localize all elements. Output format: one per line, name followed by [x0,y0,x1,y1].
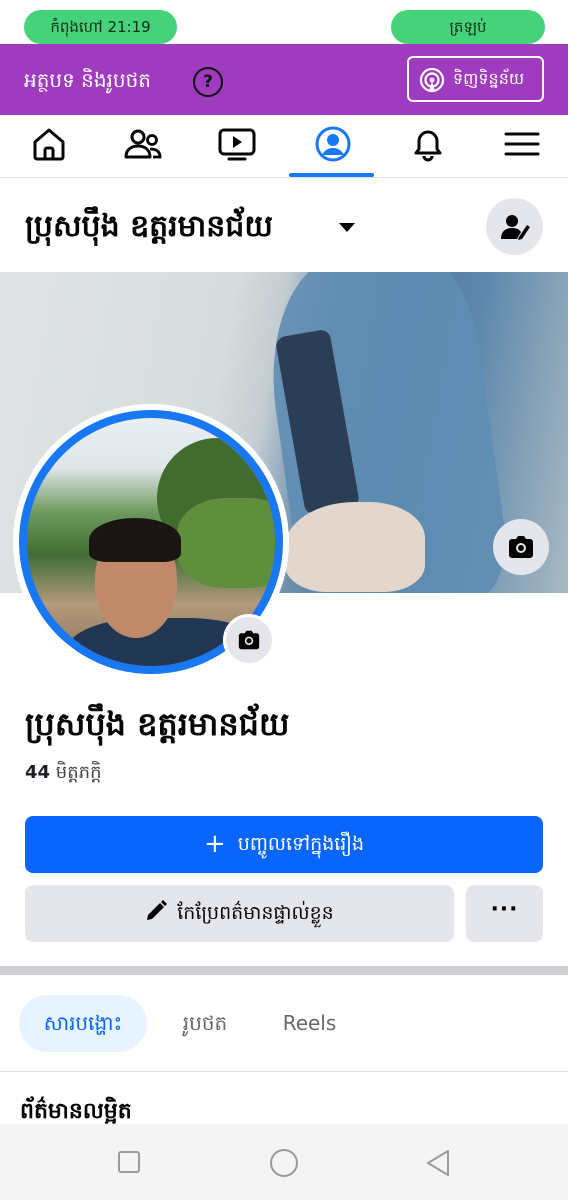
back-button[interactable] [425,1149,451,1177]
tab-notifications[interactable] [384,115,468,177]
video-icon [218,128,256,161]
tab-posts[interactable]: សារបង្ហោះ [19,995,147,1052]
broadcast-icon [419,67,445,93]
tabs-divider [0,1071,568,1072]
tab-profile[interactable] [289,115,373,177]
camera-icon [238,630,260,650]
help-icon[interactable]: ? [193,67,223,97]
avatar-photo-bush [177,498,275,588]
top-nav [0,115,568,178]
home-icon [33,128,65,161]
friends-icon [124,129,162,159]
profile-icon [315,126,351,162]
bell-icon [414,130,442,162]
edit-avatar-button[interactable] [223,614,275,666]
caret-down-icon[interactable] [339,223,355,232]
edit-profile-button[interactable]: កែប្រែពត៌មានផ្ទាល់ខ្លួន [25,885,454,942]
active-tab-indicator [289,173,374,177]
tab-home[interactable] [6,115,90,177]
more-options-button[interactable]: ··· [466,885,543,942]
return-pill[interactable]: ត្រឡប់ [391,10,545,44]
profile-name: ប្រុសប៉ឹង ឧត្តរមានជ័យ [25,705,290,743]
tab-video[interactable] [193,115,277,177]
edit-profile-label: កែប្រែពត៌មានផ្ទាល់ខ្លួន [177,902,334,924]
menu-icon [504,132,540,156]
buy-data-button[interactable]: ទិញទិន្នន័យ [407,56,544,102]
tab-photos[interactable]: រូបថត [160,995,250,1052]
add-to-story-label: បញ្ចូលទៅក្នុងរឿង [237,833,365,855]
tab-reels[interactable]: Reels [262,995,357,1052]
data-mode-bar: អត្ថបទ និងរូបថត ? ទិញទិន្នន័យ [0,44,568,115]
camera-icon [509,536,533,558]
person-edit-icon [501,215,530,240]
friends-count: 44 [25,762,51,783]
profile-settings-button[interactable] [486,198,543,255]
profile-switcher-name[interactable]: ប្រុសប៉ឹង ឧត្តរមានជ័យ [25,205,273,249]
profile-header: ប្រុសប៉ឹង ឧត្តរមានជ័យ [0,179,568,272]
section-divider [0,966,568,975]
status-bar: កំពុងហៅ 21:19 ត្រឡប់ [0,0,568,44]
system-nav-bar [0,1124,568,1200]
recents-button[interactable] [117,1150,141,1174]
call-status-pill[interactable]: កំពុងហៅ 21:19 [24,10,177,44]
plus-icon: + [203,829,226,859]
pencil-icon [147,900,168,920]
friends-label: មិត្តភក្តិ [55,762,102,783]
add-to-story-button[interactable]: + បញ្ចូលទៅក្នុងរឿង [25,816,543,873]
avatar-photo-hair [89,518,181,562]
tab-friends[interactable] [99,115,183,177]
profile-page: កំពុងហៅ 21:19 ត្រឡប់ អត្ថបទ និងរូបថត ? ទ… [0,0,568,1200]
buy-data-label: ទិញទិន្នន័យ [453,69,525,88]
friends-count-line[interactable]: 44 មិត្តភក្តិ [25,758,102,788]
cover-photo-hand [285,502,425,592]
tab-menu[interactable] [478,115,562,177]
edit-cover-button[interactable] [493,519,549,575]
home-button[interactable] [269,1148,299,1178]
data-mode-text: អត្ថបទ និងរូបថត [24,68,151,92]
